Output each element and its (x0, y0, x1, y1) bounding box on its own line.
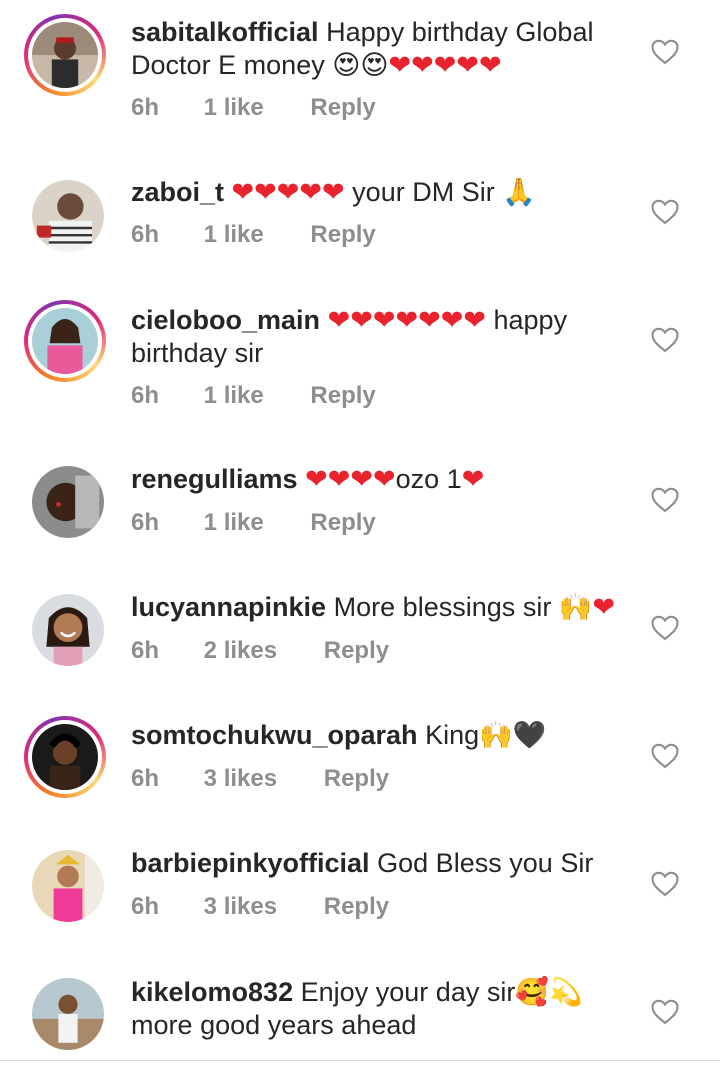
heart-emoji: ❤ (254, 177, 277, 208)
reply-button[interactable]: Reply (310, 94, 375, 122)
heart-emoji: ❤ (395, 305, 419, 336)
comment-time: 6h (131, 765, 160, 792)
avatar[interactable] (32, 978, 104, 1050)
comment-username[interactable]: sabitalkofficial (131, 17, 319, 47)
heart-outline-icon[interactable] (650, 613, 680, 641)
heart-emoji: ❤ (305, 464, 328, 495)
avatar[interactable] (32, 850, 104, 922)
comment-body: King🙌🖤 (425, 720, 547, 750)
divider (0, 1060, 720, 1061)
heart-emoji: ❤ (418, 305, 441, 336)
heart-emoji: ❤ (592, 592, 616, 623)
comment-meta: 6h 3 likes Reply (131, 893, 389, 921)
reply-button[interactable]: Reply (310, 221, 375, 249)
heart-emoji: ❤ (388, 50, 412, 81)
heart-emoji: ❤ (372, 305, 396, 336)
comment-username[interactable]: cieloboo_main (131, 305, 320, 335)
comment-likes[interactable]: 1 like (204, 94, 264, 122)
avatar[interactable] (32, 180, 104, 252)
heart-emoji: ❤ (322, 177, 345, 208)
avatar[interactable] (24, 300, 106, 382)
comment-meta: 6h 2 likes Reply (131, 637, 389, 665)
heart-emoji: ❤ (350, 305, 373, 336)
comment-time: 6h (131, 221, 160, 248)
comment-time: 6h (131, 94, 160, 121)
comment-username[interactable]: kikelomo832 (131, 977, 293, 1007)
comment-text: lucyannapinkie More blessings sir 🙌❤ (131, 591, 641, 624)
heart-emoji: ❤ (433, 50, 457, 81)
heart-emoji: ❤ (479, 50, 502, 81)
heart-emoji: ❤ (456, 50, 480, 81)
reply-button[interactable]: Reply (324, 765, 389, 793)
comment-text: zaboi_t ❤❤❤❤❤ your DM Sir 🙏 (131, 176, 641, 209)
heart-emoji: ❤ (440, 305, 464, 336)
comment-text: sabitalkofficial Happy birthday Global D… (131, 16, 641, 82)
comment-body: ❤❤❤❤❤ your DM Sir 🙏 (231, 177, 536, 208)
heart-emoji: ❤ (350, 464, 373, 495)
heart-emoji: ❤ (299, 177, 323, 208)
comment-time: 6h (131, 893, 160, 920)
comment-likes[interactable]: 1 like (204, 221, 264, 249)
reply-button[interactable]: Reply (324, 893, 389, 921)
comment-body: God Bless you Sir (377, 848, 594, 878)
heart-emoji: ❤ (461, 464, 485, 495)
heart-emoji: ❤ (411, 50, 434, 81)
comment-likes[interactable]: 1 like (204, 509, 264, 537)
comment-meta: 6h 1 like Reply (131, 382, 376, 410)
comment-likes[interactable]: 2 likes (204, 637, 277, 665)
comment-time: 6h (131, 637, 160, 664)
reply-button[interactable]: Reply (324, 637, 389, 665)
comment-likes[interactable]: 3 likes (204, 893, 277, 921)
heart-outline-icon[interactable] (650, 869, 680, 897)
comment-text: cieloboo_main ❤❤❤❤❤❤❤ happy birthday sir (131, 304, 641, 370)
comment-text: somtochukwu_oparah King🙌🖤 (131, 719, 641, 752)
heart-emoji: ❤ (276, 177, 300, 208)
heart-outline-icon[interactable] (650, 197, 680, 225)
comment-body: More blessings sir 🙌❤ (333, 592, 616, 623)
heart-emoji: ❤ (327, 464, 351, 495)
heart-outline-icon[interactable] (650, 741, 680, 769)
comment-time: 6h (131, 382, 160, 409)
heart-emoji: ❤ (231, 177, 255, 208)
comment-username[interactable]: zaboi_t (131, 177, 224, 207)
avatar[interactable] (24, 14, 106, 96)
heart-emoji: ❤ (327, 305, 351, 336)
comment-likes[interactable]: 3 likes (204, 765, 277, 793)
heart-outline-icon[interactable] (650, 37, 680, 65)
comment-meta: 6h 3 likes Reply (131, 765, 389, 793)
comment-text: barbiepinkyofficial God Bless you Sir (131, 847, 641, 880)
comment-meta: 6h 1 like Reply (131, 94, 376, 122)
comment-meta: 6h 1 like Reply (131, 221, 376, 249)
comment-text: kikelomo832 Enjoy your day sir🥰💫 more go… (131, 976, 641, 1042)
heart-emoji: ❤ (463, 305, 486, 336)
comment-time: 6h (131, 509, 160, 536)
comments-list: sabitalkofficial Happy birthday Global D… (0, 0, 720, 1072)
heart-outline-icon[interactable] (650, 325, 680, 353)
heart-outline-icon[interactable] (650, 997, 680, 1025)
comment-likes[interactable]: 1 like (204, 382, 264, 410)
comment-username[interactable]: renegulliams (131, 464, 298, 494)
comment-meta: 6h 1 like Reply (131, 509, 376, 537)
comment-username[interactable]: barbiepinkyofficial (131, 848, 370, 878)
reply-button[interactable]: Reply (310, 509, 375, 537)
comment-body: ❤❤❤❤ozo 1❤ (305, 464, 485, 495)
comment-text: renegulliams ❤❤❤❤ozo 1❤ (131, 463, 641, 496)
avatar[interactable] (32, 466, 104, 538)
heart-emoji: ❤ (372, 464, 396, 495)
avatar[interactable] (32, 594, 104, 666)
comment-username[interactable]: lucyannapinkie (131, 592, 326, 622)
reply-button[interactable]: Reply (310, 382, 375, 410)
comment-username[interactable]: somtochukwu_oparah (131, 720, 418, 750)
heart-outline-icon[interactable] (650, 485, 680, 513)
avatar[interactable] (24, 716, 106, 798)
